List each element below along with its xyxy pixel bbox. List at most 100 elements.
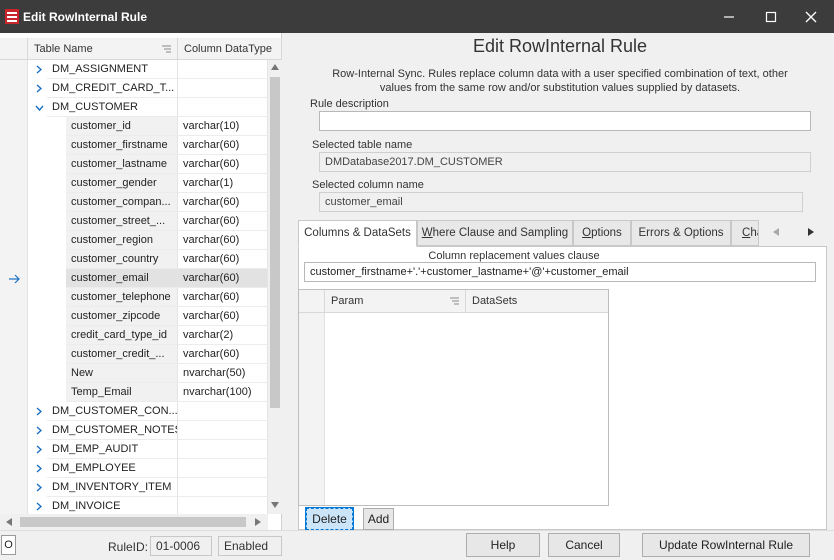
column-row[interactable]: customer_street_... varchar(60) (0, 212, 268, 231)
expand-icon[interactable] (32, 459, 46, 478)
row-indicator[interactable] (0, 478, 28, 497)
scroll-up-icon[interactable] (271, 64, 279, 70)
expand-icon[interactable] (32, 478, 46, 497)
row-indicator[interactable] (0, 60, 28, 79)
table-name-cell[interactable]: DM_CUSTOMER_CON... (47, 402, 178, 421)
row-indicator[interactable] (0, 155, 28, 174)
datatype-cell[interactable]: varchar(60) (178, 288, 268, 307)
scroll-left-icon[interactable] (6, 518, 12, 526)
table-name-cell[interactable]: DM_CUSTOMER_NOTES (47, 421, 178, 440)
column-name-cell[interactable]: customer_street_... (66, 212, 178, 231)
row-indicator[interactable] (0, 345, 28, 364)
left-status-box[interactable]: O (1, 535, 16, 555)
datatype-cell[interactable]: varchar(60) (178, 307, 268, 326)
column-name-cell[interactable]: customer_telephone (66, 288, 178, 307)
row-indicator[interactable] (0, 421, 28, 440)
datatype-cell[interactable]: varchar(60) (178, 250, 268, 269)
column-name-cell[interactable]: customer_credit_... (66, 345, 178, 364)
table-name-cell[interactable]: DM_EMPLOYEE (47, 459, 178, 478)
vertical-scroll-thumb[interactable] (270, 77, 280, 408)
datatype-cell[interactable] (178, 60, 268, 79)
collapse-icon[interactable] (32, 98, 46, 117)
add-button[interactable]: Add (363, 508, 394, 530)
table-row[interactable]: DM_CREDIT_CARD_T... (0, 79, 268, 98)
datatype-cell[interactable]: varchar(2) (178, 326, 268, 345)
column-name-cell[interactable]: Temp_Email (66, 383, 178, 402)
row-indicator[interactable] (0, 459, 28, 478)
datatype-cell[interactable] (178, 478, 268, 497)
table-row[interactable]: DM_ASSIGNMENT (0, 60, 268, 79)
minimize-button[interactable] (706, 0, 752, 33)
table-name-cell[interactable]: DM_CUSTOMER (47, 98, 178, 117)
table-row[interactable]: DM_INVENTORY_ITEM (0, 478, 268, 497)
datatype-cell[interactable]: nvarchar(100) (178, 383, 268, 402)
row-indicator[interactable] (0, 307, 28, 326)
row-indicator[interactable] (0, 364, 28, 383)
column-name-cell[interactable]: customer_country (66, 250, 178, 269)
column-name-cell[interactable]: customer_lastname (66, 155, 178, 174)
row-indicator[interactable] (0, 250, 28, 269)
tab-scroll-right-icon[interactable] (808, 228, 814, 236)
column-row[interactable]: customer_email varchar(60) (0, 269, 268, 288)
table-name-cell[interactable]: DM_ASSIGNMENT (47, 60, 178, 79)
datatype-cell[interactable]: varchar(60) (178, 231, 268, 250)
row-indicator[interactable] (0, 269, 28, 288)
expand-icon[interactable] (32, 440, 46, 459)
row-indicator[interactable] (0, 402, 28, 421)
row-indicator[interactable] (0, 231, 28, 250)
column-row[interactable]: customer_lastname varchar(60) (0, 155, 268, 174)
tab-where-clause[interactable]: Where Clause and Sampling (417, 220, 573, 246)
column-row[interactable]: customer_zipcode varchar(60) (0, 307, 268, 326)
row-indicator[interactable] (0, 288, 28, 307)
clause-input[interactable]: customer_firstname+'.'+customer_lastname… (304, 262, 816, 282)
table-name-cell[interactable]: DM_EMP_AUDIT (47, 440, 178, 459)
row-indicator[interactable] (0, 193, 28, 212)
tab-cha[interactable]: Cha (731, 220, 759, 246)
row-indicator[interactable] (0, 212, 28, 231)
row-indicator[interactable] (0, 98, 28, 117)
column-name-cell[interactable]: customer_email (66, 269, 178, 288)
column-name-cell[interactable]: customer_zipcode (66, 307, 178, 326)
row-indicator[interactable] (0, 79, 28, 98)
expand-icon[interactable] (32, 79, 46, 98)
datatype-cell[interactable] (178, 421, 268, 440)
row-indicator[interactable] (0, 136, 28, 155)
tab-options[interactable]: Options (573, 220, 631, 246)
datatype-cell[interactable]: nvarchar(50) (178, 364, 268, 383)
row-indicator[interactable] (0, 174, 28, 193)
table-row[interactable]: DM_EMPLOYEE (0, 459, 268, 478)
column-row[interactable]: customer_country varchar(60) (0, 250, 268, 269)
table-row[interactable]: DM_CUSTOMER_CON... (0, 402, 268, 421)
column-name-cell[interactable]: New (66, 364, 178, 383)
column-row[interactable]: customer_id varchar(10) (0, 117, 268, 136)
column-row[interactable]: New nvarchar(50) (0, 364, 268, 383)
table-name-cell[interactable]: DM_CREDIT_CARD_T... (47, 79, 178, 98)
row-indicator[interactable] (0, 326, 28, 345)
column-name-cell[interactable]: customer_gender (66, 174, 178, 193)
expand-icon[interactable] (32, 60, 46, 79)
datatype-cell[interactable]: varchar(60) (178, 155, 268, 174)
cancel-button[interactable]: Cancel (548, 533, 620, 557)
horizontal-scroll-thumb[interactable] (20, 517, 246, 527)
column-row[interactable]: credit_card_type_id varchar(2) (0, 326, 268, 345)
help-button[interactable]: Help (466, 533, 540, 557)
datatype-cell[interactable]: varchar(1) (178, 174, 268, 193)
datatype-cell[interactable] (178, 440, 268, 459)
datasets-column-header[interactable]: DataSets (466, 290, 608, 312)
column-name-cell[interactable]: customer_compan... (66, 193, 178, 212)
datatype-cell[interactable]: varchar(60) (178, 136, 268, 155)
column-row[interactable]: customer_telephone varchar(60) (0, 288, 268, 307)
column-name-cell[interactable]: customer_id (66, 117, 178, 136)
rule-description-input[interactable] (319, 111, 811, 131)
column-row[interactable]: customer_compan... varchar(60) (0, 193, 268, 212)
column-name-cell[interactable]: credit_card_type_id (66, 326, 178, 345)
column-row[interactable]: customer_region varchar(60) (0, 231, 268, 250)
table-name-cell[interactable]: DM_INVENTORY_ITEM (47, 478, 178, 497)
datatype-cell[interactable] (178, 402, 268, 421)
table-row[interactable]: DM_EMP_AUDIT (0, 440, 268, 459)
column-row[interactable]: Temp_Email nvarchar(100) (0, 383, 268, 402)
close-button[interactable] (788, 0, 834, 33)
datatype-cell[interactable]: varchar(60) (178, 193, 268, 212)
datatype-cell[interactable] (178, 98, 268, 117)
column-header-datatype[interactable]: Column DataType (178, 38, 282, 60)
